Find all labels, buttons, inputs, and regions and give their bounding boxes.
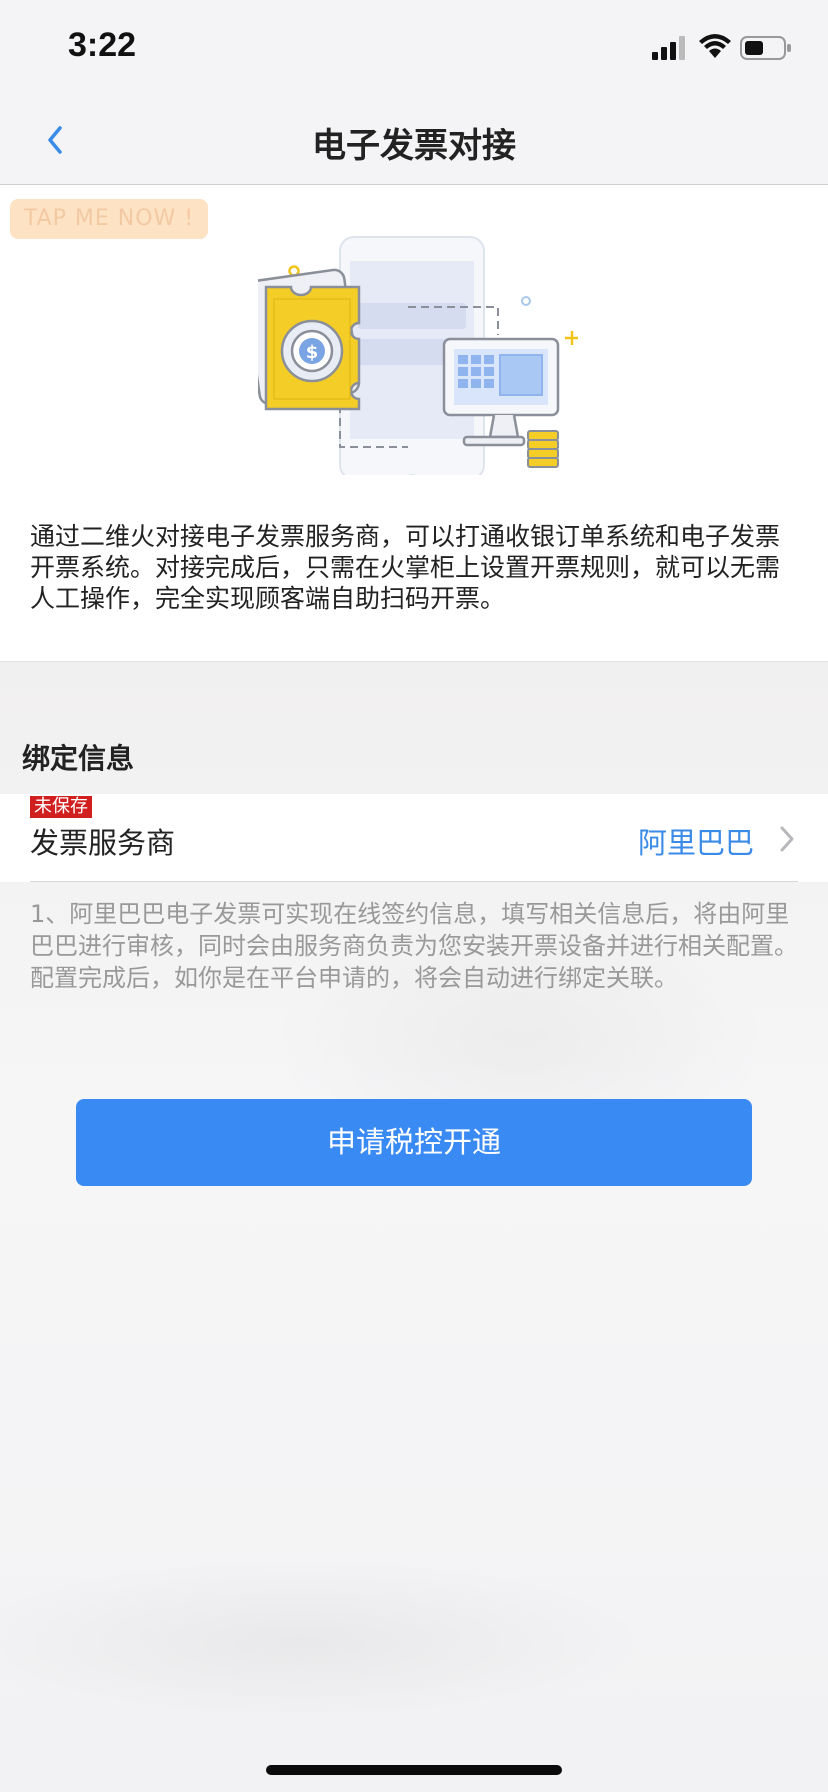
tap-me-badge[interactable]: TAP ME NOW !	[10, 199, 208, 239]
provider-value[interactable]: 阿里巴巴	[638, 820, 754, 862]
chevron-right-icon	[780, 826, 794, 852]
battery-icon	[740, 36, 791, 60]
apply-tax-control-button[interactable]: 申请税控开通	[76, 1099, 752, 1186]
svg-text:$: $	[306, 342, 319, 363]
provider-label: 发票服务商	[30, 826, 176, 860]
home-indicator	[266, 1765, 562, 1775]
wifi-icon	[699, 34, 731, 58]
invoice-provider-row[interactable]: 未保存 发票服务商 阿里巴巴	[0, 794, 828, 882]
page-title: 电子发票对接	[312, 126, 516, 166]
unsaved-badge: 未保存	[30, 796, 92, 818]
section-title-binding: 绑定信息	[22, 742, 135, 775]
navigation-bar: 电子发票对接	[0, 96, 828, 185]
cellular-signal-icon	[652, 36, 685, 60]
invoice-terminal-illustration: $	[258, 236, 578, 475]
provider-note: 1、阿里巴巴电子发票可实现在线签约信息，填写相关信息后，将由阿里巴巴进行审核，同…	[30, 900, 798, 992]
row-divider	[30, 881, 798, 882]
status-time: 3:22	[68, 26, 137, 64]
intro-card: TAP ME NOW ! $ 通过二维火对接电子发票服务商，可以打通收银订单系统…	[0, 185, 828, 662]
intro-description: 通过二维火对接电子发票服务商，可以打通收银订单系统和电子发票开票系统。对接完成后…	[30, 522, 781, 613]
status-bar: 3:22	[0, 0, 828, 96]
